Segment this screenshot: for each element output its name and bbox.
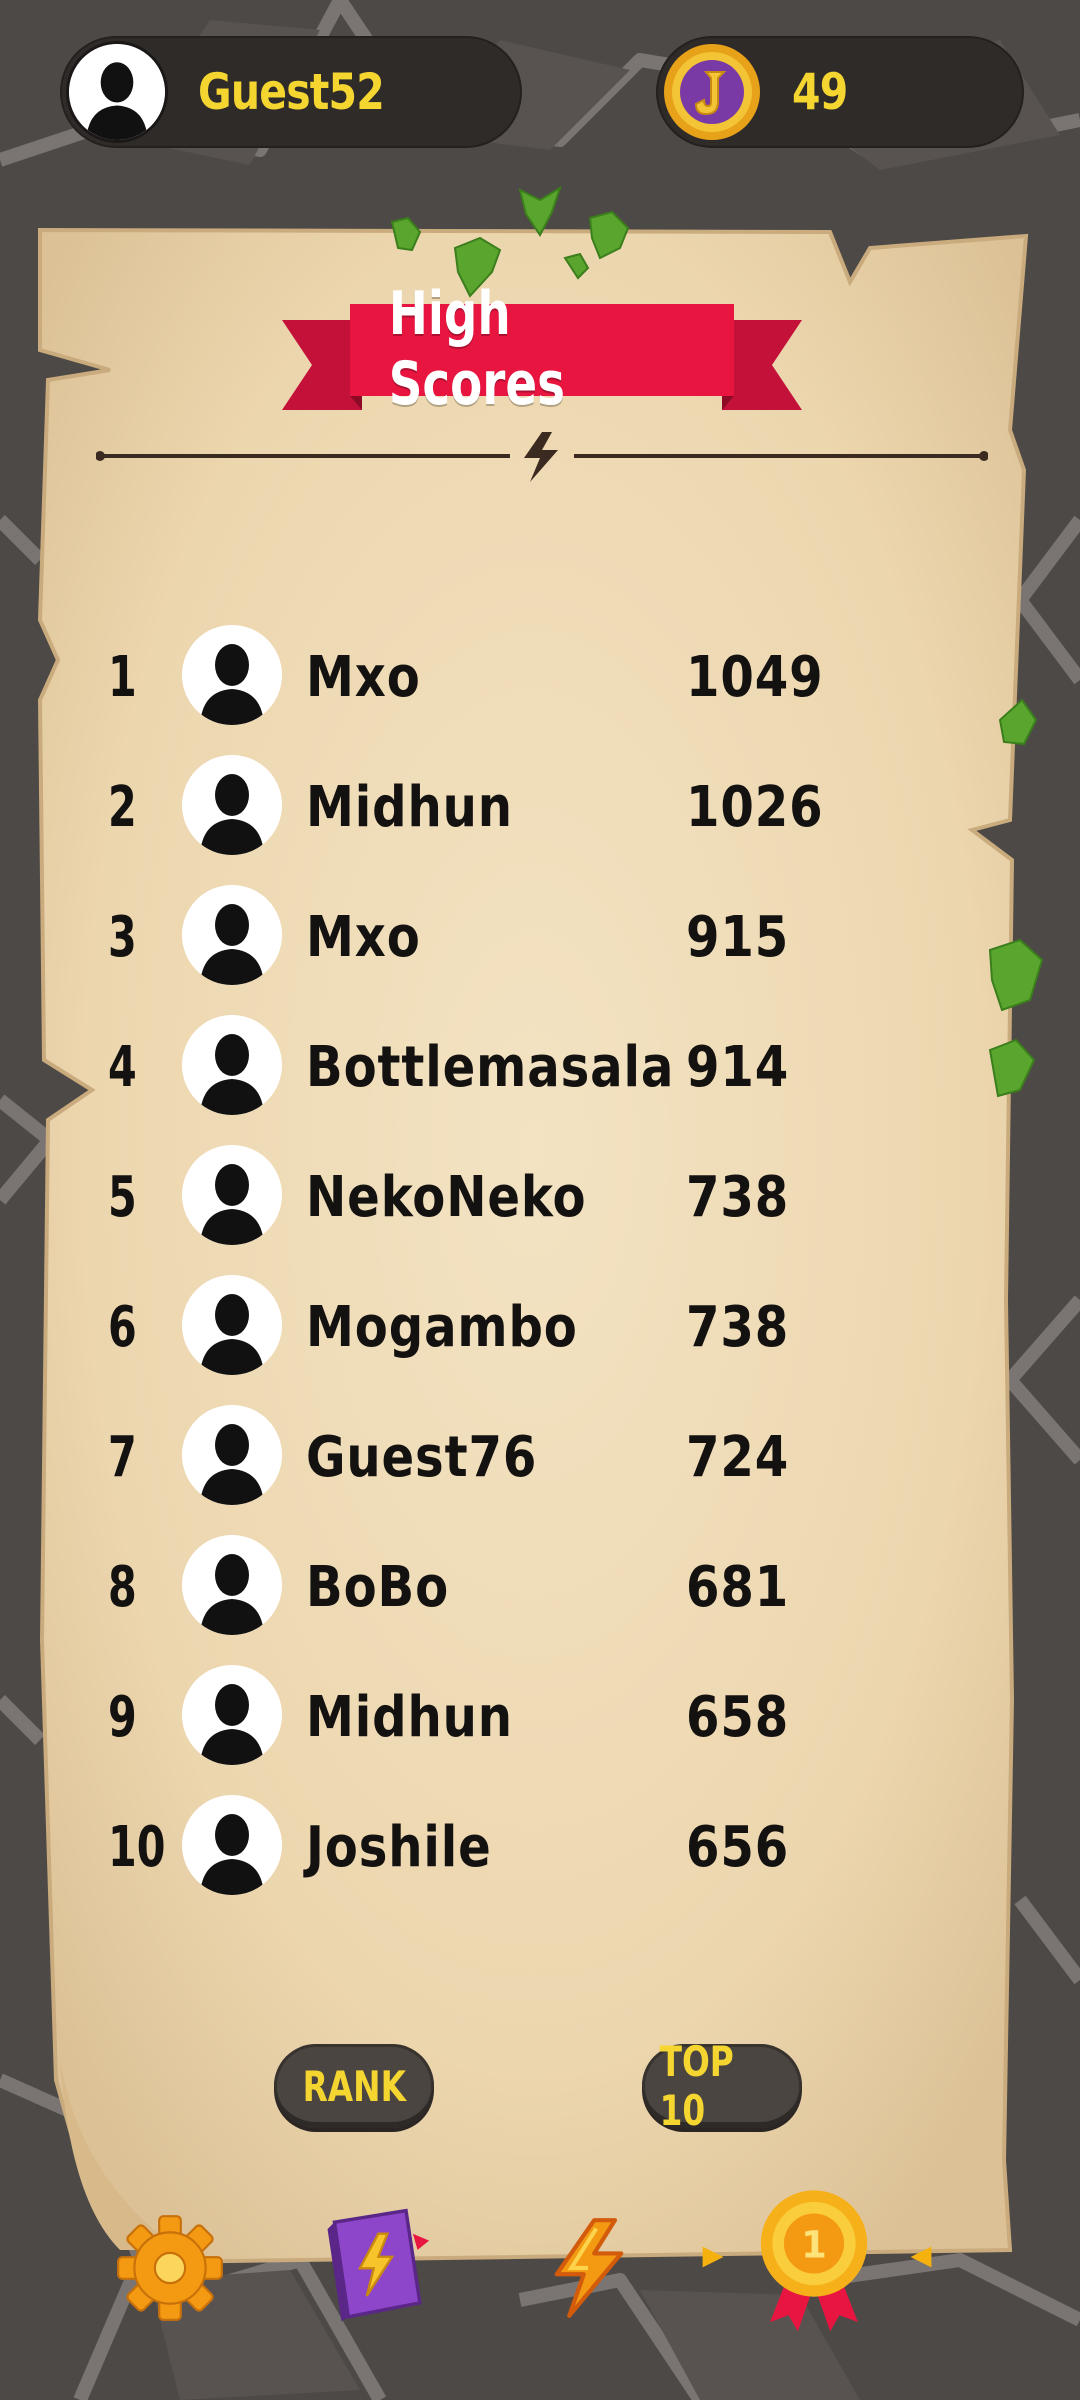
player-name: Midhun bbox=[306, 775, 513, 840]
player-name: Mogambo bbox=[306, 1295, 578, 1360]
player-avatar bbox=[182, 1795, 282, 1895]
row-rank: 8 bbox=[108, 1555, 137, 1620]
silhouette-icon bbox=[182, 1275, 282, 1375]
row-rank: 2 bbox=[108, 775, 137, 840]
player-name: NekoNeko bbox=[306, 1165, 587, 1230]
arrow-right-icon bbox=[702, 2246, 724, 2268]
silhouette-icon bbox=[182, 625, 282, 725]
silhouette-icon bbox=[182, 1795, 282, 1895]
medal-icon[interactable]: 1 bbox=[756, 2188, 872, 2336]
rank-button-label: RANK bbox=[302, 2061, 406, 2111]
leaderboard-row[interactable]: 1 Mxo 1049 bbox=[0, 625, 1080, 735]
title-divider bbox=[96, 432, 988, 482]
player-score: 915 bbox=[686, 905, 790, 970]
arrow-left-icon bbox=[910, 2246, 932, 2268]
player-avatar bbox=[182, 1405, 282, 1505]
leaderboard-row[interactable]: 2 Midhun 1026 bbox=[0, 755, 1080, 865]
player-avatar bbox=[182, 1535, 282, 1635]
player-score: 658 bbox=[686, 1685, 790, 1750]
silhouette-icon bbox=[182, 1665, 282, 1765]
player-score: 681 bbox=[686, 1555, 790, 1620]
player-avatar bbox=[182, 885, 282, 985]
row-rank: 7 bbox=[108, 1425, 137, 1490]
leaderboard-row[interactable]: 10 Joshile 656 bbox=[0, 1795, 1080, 1905]
silhouette-icon bbox=[182, 885, 282, 985]
player-name: Guest76 bbox=[306, 1425, 538, 1490]
player-score: 738 bbox=[686, 1295, 790, 1360]
player-score: 656 bbox=[686, 1815, 790, 1880]
lightning-icon[interactable] bbox=[542, 2216, 636, 2320]
settings-icon[interactable] bbox=[116, 2214, 224, 2322]
player-name: Joshile bbox=[306, 1815, 492, 1880]
player-name: Bottlemasala bbox=[306, 1035, 675, 1100]
leaderboard-row[interactable]: 3 Mxo 915 bbox=[0, 885, 1080, 995]
svg-text:1: 1 bbox=[801, 2223, 827, 2266]
player-name: BoBo bbox=[306, 1555, 450, 1620]
leaderboard-row[interactable]: 5 NekoNeko 738 bbox=[0, 1145, 1080, 1255]
lightning-divider-icon bbox=[524, 432, 558, 482]
row-rank: 3 bbox=[108, 905, 137, 970]
leaderboard-row[interactable]: 6 Mogambo 738 bbox=[0, 1275, 1080, 1385]
top10-button[interactable]: TOP 10 bbox=[642, 2037, 802, 2135]
player-name: Midhun bbox=[306, 1685, 513, 1750]
book-icon[interactable] bbox=[318, 2206, 434, 2326]
silhouette-icon bbox=[182, 755, 282, 855]
player-name: Mxo bbox=[306, 645, 421, 710]
player-avatar bbox=[182, 1275, 282, 1375]
silhouette-icon bbox=[182, 1405, 282, 1505]
top10-button-label: TOP 10 bbox=[659, 2037, 734, 2135]
row-rank: 10 bbox=[108, 1815, 166, 1880]
leaderboard-row[interactable]: 4 Bottlemasala 914 bbox=[0, 1015, 1080, 1125]
row-rank: 1 bbox=[108, 645, 137, 710]
row-rank: 5 bbox=[108, 1165, 137, 1230]
player-avatar bbox=[182, 1665, 282, 1765]
silhouette-icon bbox=[182, 1015, 282, 1115]
player-score: 724 bbox=[686, 1425, 790, 1490]
player-avatar bbox=[182, 625, 282, 725]
player-avatar bbox=[182, 1015, 282, 1115]
row-rank: 6 bbox=[108, 1295, 137, 1360]
player-avatar bbox=[182, 755, 282, 855]
silhouette-icon bbox=[182, 1535, 282, 1635]
leaderboard-row[interactable]: 7 Guest76 724 bbox=[0, 1405, 1080, 1515]
row-rank: 9 bbox=[108, 1685, 137, 1750]
leaderboard-row[interactable]: 9 Midhun 658 bbox=[0, 1665, 1080, 1775]
row-rank: 4 bbox=[108, 1035, 137, 1100]
player-score: 1026 bbox=[686, 775, 824, 840]
player-score: 914 bbox=[686, 1035, 790, 1100]
player-name: Mxo bbox=[306, 905, 421, 970]
player-avatar bbox=[182, 1145, 282, 1245]
silhouette-icon bbox=[182, 1145, 282, 1245]
leaderboard-row[interactable]: 8 BoBo 681 bbox=[0, 1535, 1080, 1645]
player-score: 738 bbox=[686, 1165, 790, 1230]
player-score: 1049 bbox=[686, 645, 824, 710]
page-title: High Scores bbox=[388, 279, 565, 419]
rank-button[interactable]: RANK bbox=[274, 2044, 434, 2128]
